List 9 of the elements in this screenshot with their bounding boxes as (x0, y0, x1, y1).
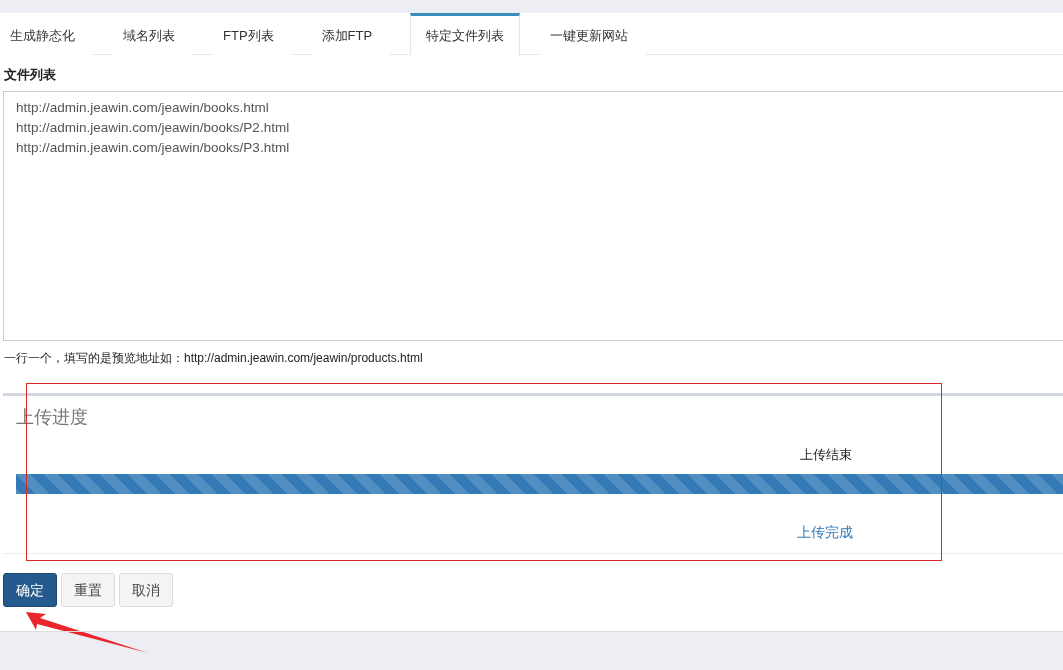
field-label: 文件列表 (3, 66, 57, 84)
tab[interactable]: 特定文件列表 (410, 13, 521, 55)
confirm-button[interactable]: 确定 (3, 573, 57, 607)
action-button[interactable]: 取消 (119, 573, 173, 607)
action-button[interactable]: 重置 (61, 573, 115, 607)
file-list-field[interactable]: http://admin.jeawin.com/jeawin/books.html http://admin.jeawin.com/jeawin/books/P2.html http://admin.jeawin.com/jeawin/books/P3.html (3, 90, 1063, 341)
complete-link[interactable]: 上传完成 (797, 522, 853, 543)
hint-text: 一行一个，填写的是预览地址如：http://admin.jeawin.com/jeawin/products.html (3, 349, 424, 367)
status-text: 上传结束 (800, 445, 852, 464)
